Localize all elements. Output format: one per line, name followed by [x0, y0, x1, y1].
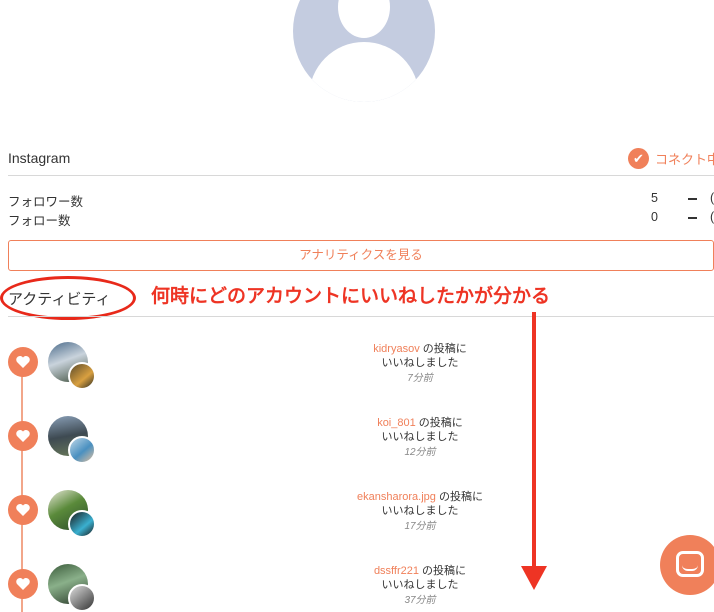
- chat-icon: [676, 551, 704, 577]
- annotation-text: 何時にどのアカウントにいいねしたかが分かる: [151, 286, 551, 307]
- activity-time: 12分前: [404, 447, 436, 458]
- following-dash: [688, 217, 697, 219]
- annotation-arrow-head: [521, 566, 547, 590]
- activity-item: dssffr221 の投稿に いいねしました 37分前: [300, 564, 540, 608]
- activity-time: 17分前: [404, 521, 436, 532]
- following-label: フォロー数: [8, 214, 71, 228]
- instagram-title: Instagram: [8, 150, 71, 166]
- instagram-header: Instagram ✔ コネクト中: [8, 146, 714, 176]
- activity-time: 7分前: [407, 373, 433, 384]
- user-avatar[interactable]: [68, 584, 96, 612]
- profile-avatar: [293, 0, 435, 102]
- heart-icon: [8, 569, 38, 599]
- activity-username[interactable]: ekansharora.jpg: [357, 491, 436, 503]
- activity-username[interactable]: kidryasov: [373, 343, 419, 355]
- activity-username[interactable]: koi_801: [377, 417, 416, 429]
- followers-dash: [688, 198, 697, 200]
- following-value: 0: [651, 210, 658, 224]
- user-avatar[interactable]: [68, 436, 96, 464]
- user-avatar[interactable]: [68, 510, 96, 538]
- activity-item: ekansharora.jpg の投稿に いいねしました 17分前: [300, 490, 540, 534]
- followers-value: 5: [651, 191, 658, 205]
- connect-label: コネクト中: [655, 152, 714, 167]
- annotation-arrow: [532, 312, 536, 570]
- activity-username[interactable]: dssffr221: [374, 565, 419, 577]
- check-icon: ✔: [628, 148, 649, 169]
- activity-item: kidryasov の投稿に いいねしました 7分前: [300, 342, 540, 386]
- activity-item: koi_801 の投稿に いいねしました 12分前: [300, 416, 540, 460]
- analytics-button[interactable]: アナリティクスを見る: [8, 240, 714, 271]
- heart-icon: [8, 347, 38, 377]
- followers-label: フォロワー数: [8, 195, 84, 209]
- annotation-ellipse: [0, 276, 136, 320]
- chat-button[interactable]: [660, 535, 714, 595]
- connect-status[interactable]: ✔ コネクト中: [628, 148, 714, 169]
- divider: [8, 316, 714, 317]
- user-placeholder-icon: [338, 0, 390, 38]
- heart-icon: [8, 495, 38, 525]
- activity-time: 37分前: [404, 595, 436, 606]
- user-avatar[interactable]: [68, 362, 96, 390]
- heart-icon: [8, 421, 38, 451]
